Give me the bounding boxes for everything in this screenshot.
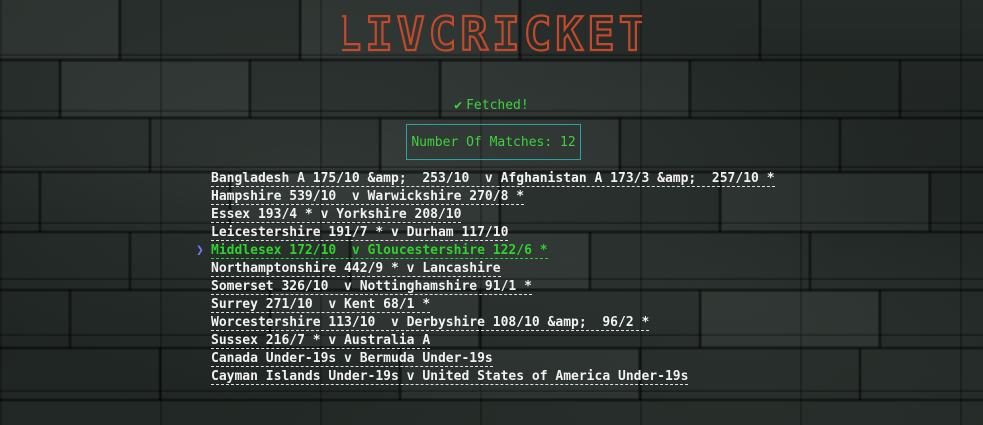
match-list: Bangladesh A 175/10 &amp; 253/10 v Afgha…: [196, 170, 775, 386]
fetch-status-text: Fetched!: [466, 98, 529, 113]
match-item[interactable]: Bangladesh A 175/10 &amp; 253/10 v Afgha…: [196, 170, 775, 188]
fetch-status: ✔ Fetched!: [0, 98, 983, 113]
match-item-label: Somerset 326/10 v Nottinghamshire 91/1 *: [211, 279, 532, 295]
app-logo: LIVCRICKET: [0, 8, 983, 64]
match-item[interactable]: Surrey 271/10 v Kent 68/1 *: [196, 296, 775, 314]
match-item[interactable]: Hampshire 539/10 v Warwickshire 270/8 *: [196, 188, 775, 206]
match-item[interactable]: Somerset 326/10 v Nottinghamshire 91/1 *: [196, 278, 775, 296]
match-item[interactable]: Cayman Islands Under-19s v United States…: [196, 368, 775, 386]
match-count-box: Number Of Matches: 12: [406, 124, 581, 160]
match-item[interactable]: Sussex 216/7 * v Australia A: [196, 332, 775, 350]
match-item[interactable]: Essex 193/4 * v Yorkshire 208/10: [196, 206, 775, 224]
match-item-label: Leicestershire 191/7 * v Durham 117/10: [211, 225, 509, 241]
match-item-label: Sussex 216/7 * v Australia A: [211, 333, 431, 349]
match-item-label: Canada Under-19s v Bermuda Under-19s: [211, 351, 493, 367]
match-item[interactable]: Worcestershire 113/10 v Derbyshire 108/1…: [196, 314, 775, 332]
match-item-label: Essex 193/4 * v Yorkshire 208/10: [211, 207, 462, 223]
match-item[interactable]: Leicestershire 191/7 * v Durham 117/10: [196, 224, 775, 242]
match-item-label: Cayman Islands Under-19s v United States…: [211, 369, 689, 385]
match-item[interactable]: Canada Under-19s v Bermuda Under-19s: [196, 350, 775, 368]
match-item-selected[interactable]: ❯ Middlesex 172/10 v Gloucestershire 122/…: [196, 242, 775, 260]
match-item-label: Bangladesh A 175/10 &amp; 253/10 v Afgha…: [211, 171, 775, 187]
app-logo-text: LIVCRICKET: [342, 8, 642, 60]
match-item-label: Northamptonshire 442/9 * v Lancashire: [211, 261, 501, 277]
match-count-text: Number Of Matches: 12: [411, 134, 576, 150]
check-icon: ✔: [454, 98, 463, 113]
chevron-right-icon: ❯: [196, 243, 204, 258]
match-item-label: Hampshire 539/10 v Warwickshire 270/8 *: [211, 189, 525, 205]
match-item[interactable]: Northamptonshire 442/9 * v Lancashire: [196, 260, 775, 278]
match-item-label: Worcestershire 113/10 v Derbyshire 108/1…: [211, 315, 650, 331]
match-item-label: Middlesex 172/10 v Gloucestershire 122/6…: [211, 243, 548, 259]
match-item-label: Surrey 271/10 v Kent 68/1 *: [211, 297, 431, 313]
